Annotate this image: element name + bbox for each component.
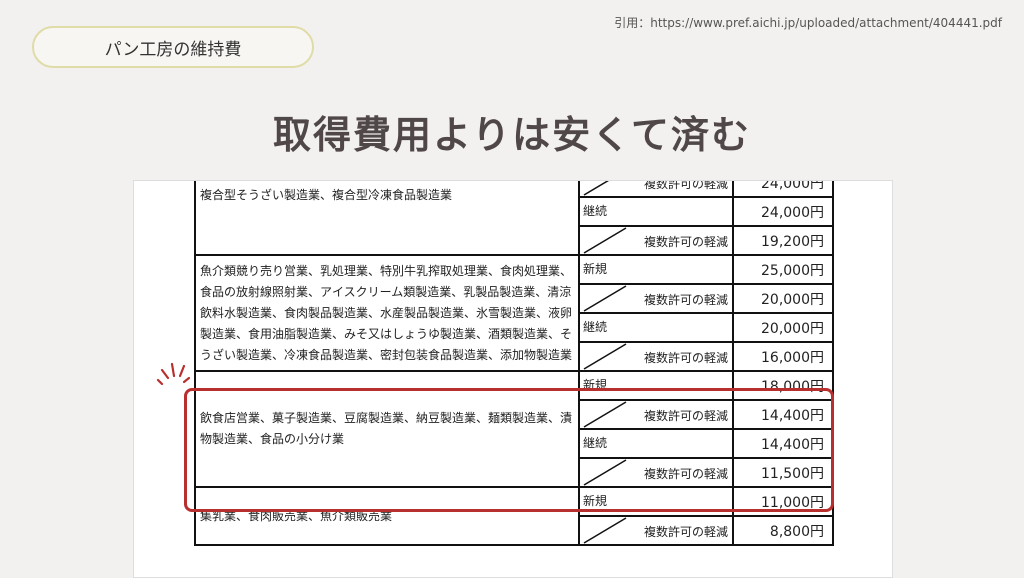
- fee-kind-cell: 複数許可の軽減: [578, 515, 734, 546]
- table-row: 複合型そうざい製造業、複合型冷凍食品製造業 複数許可の軽減 24,000円: [194, 180, 834, 256]
- fee-amount-cell: 24,000円: [732, 181, 834, 198]
- fee-kind-cell: 複数許可の軽減: [578, 180, 734, 198]
- reduction-label: 複数許可の軽減: [643, 293, 728, 307]
- emphasis-burst-icon: [156, 362, 190, 386]
- fee-kind-cell: 複数許可の軽減: [578, 225, 734, 256]
- fee-kind-cell: 新規: [578, 254, 734, 285]
- fee-kind-cell: 継続: [578, 196, 734, 227]
- table-row: 魚介類競り売り営業、乳処理業、特別牛乳搾取処理業、食肉処理業、食品の放射線照射業…: [194, 254, 834, 372]
- business-type-cell: 複合型そうざい製造業、複合型冷凍食品製造業: [194, 181, 580, 256]
- fee-amount-cell: 20,000円: [732, 283, 834, 314]
- reduction-label: 複数許可の軽減: [643, 351, 728, 365]
- section-pill: パン工房の維持費: [32, 26, 314, 68]
- business-type-cell: 魚介類競り売り営業、乳処理業、特別牛乳搾取処理業、食肉処理業、食品の放射線照射業…: [194, 254, 580, 372]
- reduction-label: 複数許可の軽減: [643, 235, 728, 249]
- fee-amount-cell: 20,000円: [732, 312, 834, 343]
- fee-kind-cell: 複数許可の軽減: [578, 283, 734, 314]
- fee-document: 複合型そうざい製造業、複合型冷凍食品製造業 複数許可の軽減 24,000円 継続 24,…: [133, 180, 893, 578]
- reduction-label: 複数許可の軽減: [643, 180, 728, 191]
- reduction-label: 複数許可の軽減: [643, 525, 728, 539]
- fee-amount-cell: 16,000円: [732, 341, 834, 372]
- fee-kind-cell: 継続: [578, 312, 734, 343]
- fee-amount-cell: 25,000円: [732, 254, 834, 285]
- highlight-box: [184, 388, 834, 512]
- fee-kind-label: 継続: [583, 204, 608, 218]
- slide-title: 取得費用よりは安くて済む: [272, 113, 752, 157]
- section-pill-label: パン工房の維持費: [104, 39, 242, 60]
- source-citation: 引用：https://www.pref.aichi.jp/uploaded/at…: [614, 16, 1002, 30]
- fee-amount-cell: 24,000円: [732, 196, 834, 227]
- fee-kind-label: 新規: [583, 262, 608, 276]
- fee-amount-cell: 8,800円: [732, 515, 834, 546]
- fee-kind-cell: 複数許可の軽減: [578, 341, 734, 372]
- fee-amount-cell: 19,200円: [732, 225, 834, 256]
- fee-kind-label: 継続: [583, 320, 608, 334]
